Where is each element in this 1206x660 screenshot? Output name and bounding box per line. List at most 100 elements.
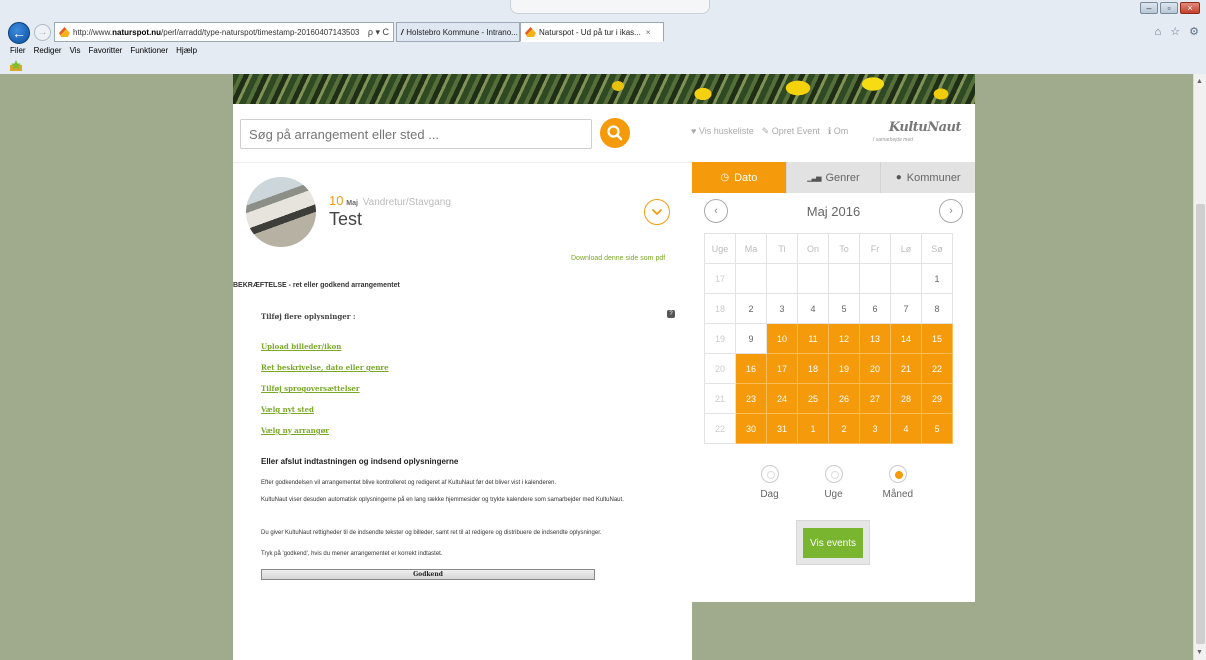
calendar-day bbox=[828, 263, 860, 294]
wishlist-link[interactable]: ♥ Vis huskeliste bbox=[691, 126, 754, 137]
tab-holstebro[interactable]: / Holstebro Kommune - Intrano... bbox=[396, 22, 520, 42]
show-events-button[interactable]: Vis events bbox=[803, 528, 863, 558]
radio-button[interactable] bbox=[888, 465, 907, 483]
close-window-button[interactable]: × bbox=[1180, 2, 1200, 14]
edit-description-link[interactable]: Ret beskrivelse, dato eller genre bbox=[261, 363, 389, 372]
radio-button[interactable] bbox=[824, 465, 843, 483]
approve-button[interactable]: Godkend bbox=[261, 569, 595, 580]
menu-hjaelp[interactable]: Hjælp bbox=[176, 46, 197, 55]
choose-organizer-link[interactable]: Vælg ny arrangør bbox=[261, 426, 329, 435]
calendar-day[interactable]: 11 bbox=[797, 323, 829, 354]
scroll-up-icon[interactable]: ▲ bbox=[1196, 78, 1203, 85]
calendar-day[interactable]: 26 bbox=[828, 383, 860, 414]
calendar-day[interactable]: 17 bbox=[766, 353, 798, 384]
minimize-button[interactable]: – bbox=[1140, 2, 1158, 14]
menu-rediger[interactable]: Rediger bbox=[34, 46, 62, 55]
calendar-day[interactable]: 30 bbox=[735, 413, 767, 444]
calendar-day[interactable]: 20 bbox=[859, 353, 891, 384]
help-icon[interactable]: ? bbox=[667, 310, 675, 318]
scroll-thumb[interactable] bbox=[1196, 204, 1205, 644]
radio-label: Uge bbox=[824, 489, 843, 500]
search-button[interactable] bbox=[600, 118, 630, 148]
calendar-day[interactable]: 25 bbox=[797, 383, 829, 414]
calendar-day[interactable]: 8 bbox=[921, 293, 953, 324]
weekday-header: On bbox=[797, 233, 829, 264]
about-link[interactable]: ℹ Om bbox=[828, 126, 848, 137]
favorites-bar-icon[interactable] bbox=[10, 60, 22, 71]
calendar-day[interactable]: 4 bbox=[890, 413, 922, 444]
add-translations-link[interactable]: Tilføj sprogoversættelser bbox=[261, 384, 360, 393]
page-scrollbar[interactable]: ▲ ▼ bbox=[1193, 74, 1206, 660]
tab-genrer[interactable]: ▁▃▅ Genrer bbox=[785, 162, 881, 193]
create-event-link[interactable]: ✎ Opret Event bbox=[762, 126, 820, 137]
view-option-måned[interactable]: Måned bbox=[883, 465, 913, 500]
calendar-day[interactable]: 4 bbox=[797, 293, 829, 324]
prev-month-button[interactable]: ‹ bbox=[704, 199, 728, 223]
tab-naturspot[interactable]: Naturspot - Ud på tur i ikas... × bbox=[520, 22, 664, 42]
calendar-day[interactable]: 5 bbox=[828, 293, 860, 324]
calendar-day[interactable]: 24 bbox=[766, 383, 798, 414]
kultunaut-logo[interactable]: KultuNaut I samarbejde med bbox=[873, 116, 962, 146]
calendar-day[interactable]: 6 bbox=[859, 293, 891, 324]
calendar-day[interactable]: 27 bbox=[859, 383, 891, 414]
calendar-day[interactable]: 18 bbox=[797, 353, 829, 384]
calendar-day[interactable]: 31 bbox=[766, 413, 798, 444]
chevron-down-icon bbox=[652, 209, 662, 215]
maximize-button[interactable]: ▫ bbox=[1160, 2, 1178, 14]
week-number: 19 bbox=[704, 323, 736, 354]
tab-kommuner[interactable]: ● Kommuner bbox=[880, 162, 975, 193]
scroll-down-icon[interactable]: ▼ bbox=[1196, 649, 1203, 656]
calendar-week-row: 19 9 10 11 12 13 14 15 bbox=[704, 323, 953, 354]
calendar-day[interactable]: 23 bbox=[735, 383, 767, 414]
toolbar-icons[interactable]: ⌂ ☆ ⚙ bbox=[1155, 25, 1202, 38]
calendar-day[interactable]: 7 bbox=[890, 293, 922, 324]
calendar-day[interactable]: 29 bbox=[921, 383, 953, 414]
titlebar-grip[interactable] bbox=[510, 0, 710, 14]
search-refresh-icon[interactable]: ρ ▾ C bbox=[364, 27, 393, 38]
address-bar[interactable]: http://www.naturspot.nu/perl/arradd/type… bbox=[54, 22, 394, 42]
menu-funktioner[interactable]: Funktioner bbox=[130, 46, 168, 55]
calendar-day[interactable]: 28 bbox=[890, 383, 922, 414]
pdf-download-link[interactable]: Download denne side som pdf bbox=[571, 255, 665, 262]
menu-filer[interactable]: Filer bbox=[10, 46, 26, 55]
calendar-day[interactable]: 19 bbox=[828, 353, 860, 384]
calendar-day[interactable]: 2 bbox=[735, 293, 767, 324]
week-number: 20 bbox=[704, 353, 736, 384]
info-paragraph: Efter godkendelsen vil arrangementet bli… bbox=[261, 480, 557, 486]
calendar-day[interactable]: 3 bbox=[859, 413, 891, 444]
tab-dato[interactable]: ◷ Dato bbox=[692, 162, 786, 193]
tab-close-icon[interactable]: × bbox=[646, 28, 651, 37]
search-input[interactable] bbox=[240, 119, 592, 149]
calendar-day[interactable]: 15 bbox=[921, 323, 953, 354]
radio-button[interactable] bbox=[760, 465, 779, 483]
calendar-day bbox=[890, 263, 922, 294]
choose-place-link[interactable]: Vælg nyt sted bbox=[261, 405, 314, 414]
week-number: 17 bbox=[704, 263, 736, 294]
view-option-dag[interactable]: Dag bbox=[755, 465, 785, 500]
header-links: ♥ Vis huskeliste ✎ Opret Event ℹ Om bbox=[691, 126, 848, 137]
calendar-day[interactable]: 5 bbox=[921, 413, 953, 444]
calendar-day[interactable]: 9 bbox=[735, 323, 767, 354]
calendar-day[interactable]: 22 bbox=[921, 353, 953, 384]
back-button[interactable]: ← bbox=[8, 22, 30, 44]
menu-favoritter[interactable]: Favoritter bbox=[89, 46, 123, 55]
calendar-day[interactable]: 3 bbox=[766, 293, 798, 324]
forward-button[interactable]: → bbox=[34, 24, 51, 41]
calendar-day[interactable]: 2 bbox=[828, 413, 860, 444]
calendar-day[interactable]: 13 bbox=[859, 323, 891, 354]
calendar-day[interactable]: 1 bbox=[797, 413, 829, 444]
address-url[interactable]: http://www.naturspot.nu/perl/arradd/type… bbox=[73, 28, 364, 37]
calendar-day[interactable]: 21 bbox=[890, 353, 922, 384]
calendar-day[interactable]: 10 bbox=[766, 323, 798, 354]
calendar-day[interactable]: 1 bbox=[921, 263, 953, 294]
tab-label: Naturspot - Ud på tur i ikas... bbox=[539, 27, 641, 37]
calendar-day bbox=[859, 263, 891, 294]
next-month-button[interactable]: › bbox=[938, 199, 963, 223]
calendar-day[interactable]: 16 bbox=[735, 353, 767, 384]
menu-vis[interactable]: Vis bbox=[70, 46, 81, 55]
expand-button[interactable] bbox=[644, 199, 670, 225]
upload-images-link[interactable]: Upload billeder/ikon bbox=[261, 342, 341, 351]
calendar-day[interactable]: 14 bbox=[890, 323, 922, 354]
view-option-uge[interactable]: Uge bbox=[819, 465, 849, 500]
calendar-day[interactable]: 12 bbox=[828, 323, 860, 354]
